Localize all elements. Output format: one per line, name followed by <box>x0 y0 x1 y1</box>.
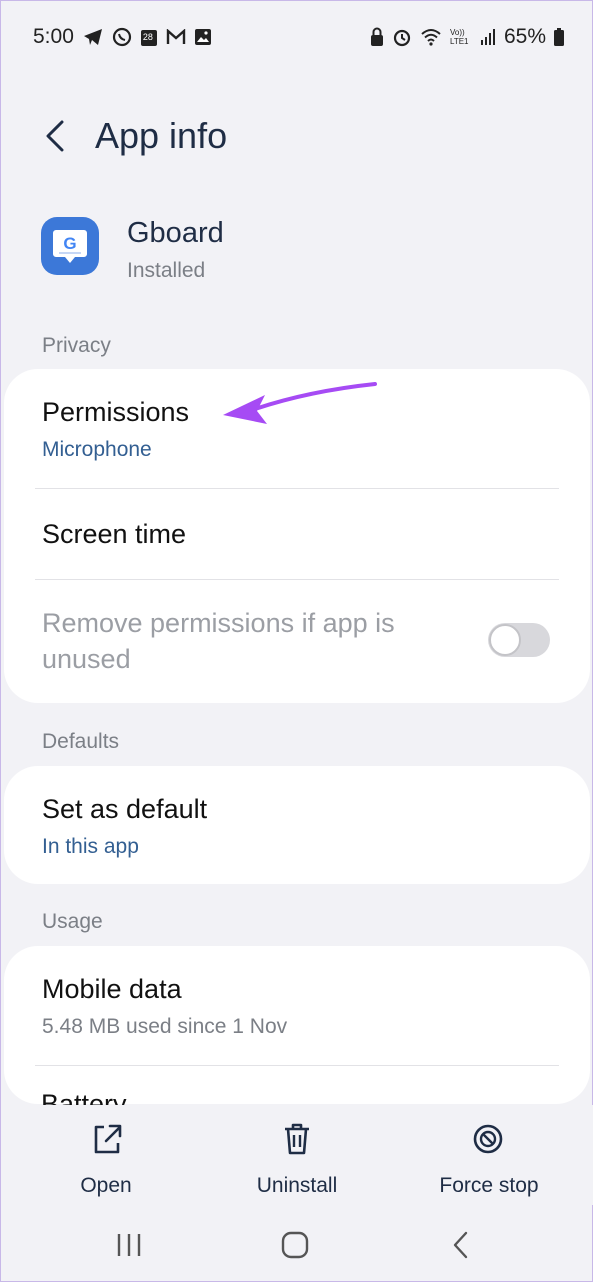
status-time: 5:00 <box>33 25 74 48</box>
gmail-icon <box>166 29 186 45</box>
defaults-card: Set as default In this app <box>4 766 590 884</box>
app-status: Installed <box>127 259 206 282</box>
usage-card: Mobile data 5.48 MB used since 1 Nov <box>4 946 590 1104</box>
section-label-usage: Usage <box>42 910 103 933</box>
signal-icon <box>480 28 496 46</box>
nav-back-button[interactable] <box>431 1223 491 1267</box>
set-as-default-title: Set as default <box>42 794 208 824</box>
annotation-arrow-icon <box>223 382 377 424</box>
section-label-defaults: Defaults <box>42 730 120 753</box>
force-stop-label: Force stop <box>439 1174 539 1197</box>
alarm-icon <box>392 27 412 47</box>
page-title: App info <box>95 115 228 156</box>
telegram-icon <box>82 27 104 47</box>
toggle-knob <box>489 624 521 656</box>
open-label: Open <box>80 1174 132 1197</box>
permissions-subtitle: Microphone <box>42 438 152 461</box>
gboard-app-icon: G <box>41 217 99 275</box>
remove-permissions-item[interactable]: Remove permissions if app is unused <box>42 605 460 677</box>
status-bar: 5:00 28 Vo)) LTE1 65% <box>1 1 593 73</box>
system-navigation-bar <box>1 1205 593 1282</box>
volte-icon: Vo)) LTE1 <box>449 28 469 46</box>
battery-icon <box>554 28 564 46</box>
remove-permissions-toggle[interactable] <box>488 623 550 657</box>
app-summary: G Gboard Installed <box>41 215 561 285</box>
force-stop-button[interactable]: Force stop <box>419 1117 559 1197</box>
calendar-day: 28 <box>142 32 153 42</box>
mobile-data-title: Mobile data <box>42 974 182 1004</box>
section-label-privacy: Privacy <box>42 334 111 357</box>
mobile-data-item[interactable]: Mobile data 5.48 MB used since 1 Nov <box>42 974 558 1039</box>
app-bar: App info <box>1 101 593 171</box>
divider <box>35 579 559 580</box>
set-as-default-subtitle: In this app <box>42 835 139 858</box>
recents-icon <box>117 1234 141 1256</box>
svg-text:G: G <box>63 234 76 253</box>
uninstall-button[interactable]: Uninstall <box>227 1117 367 1197</box>
calendar-icon: 28 <box>140 27 158 47</box>
block-icon <box>473 1124 503 1154</box>
screen-time-item[interactable]: Screen time <box>42 519 558 550</box>
wifi-icon <box>420 28 442 46</box>
open-external-icon <box>94 1124 122 1154</box>
divider <box>35 1065 559 1066</box>
set-as-default-item[interactable]: Set as default In this app <box>42 794 558 859</box>
home-icon <box>281 1231 309 1259</box>
divider <box>35 488 559 489</box>
screen-time-title: Screen time <box>42 519 187 549</box>
trash-icon <box>285 1123 309 1155</box>
uninstall-label: Uninstall <box>256 1174 338 1197</box>
app-name: Gboard <box>127 217 224 249</box>
battery-item-title[interactable]: Battery <box>41 1089 127 1105</box>
mobile-data-subtitle: 5.48 MB used since 1 Nov <box>42 1015 288 1038</box>
open-button[interactable]: Open <box>36 1117 176 1197</box>
home-button[interactable] <box>265 1223 325 1267</box>
recents-button[interactable] <box>99 1223 159 1267</box>
gallery-icon <box>194 28 212 46</box>
whatsapp-icon <box>112 27 132 47</box>
battery-percent: 65% <box>503 25 546 48</box>
back-icon <box>453 1231 468 1259</box>
back-button[interactable] <box>35 113 75 159</box>
lock-icon <box>370 27 384 47</box>
remove-permissions-label: Remove permissions if app is unused <box>42 608 395 674</box>
bottom-action-bar: Open Uninstall Force stop <box>1 1105 593 1205</box>
chevron-left-icon <box>46 120 64 152</box>
